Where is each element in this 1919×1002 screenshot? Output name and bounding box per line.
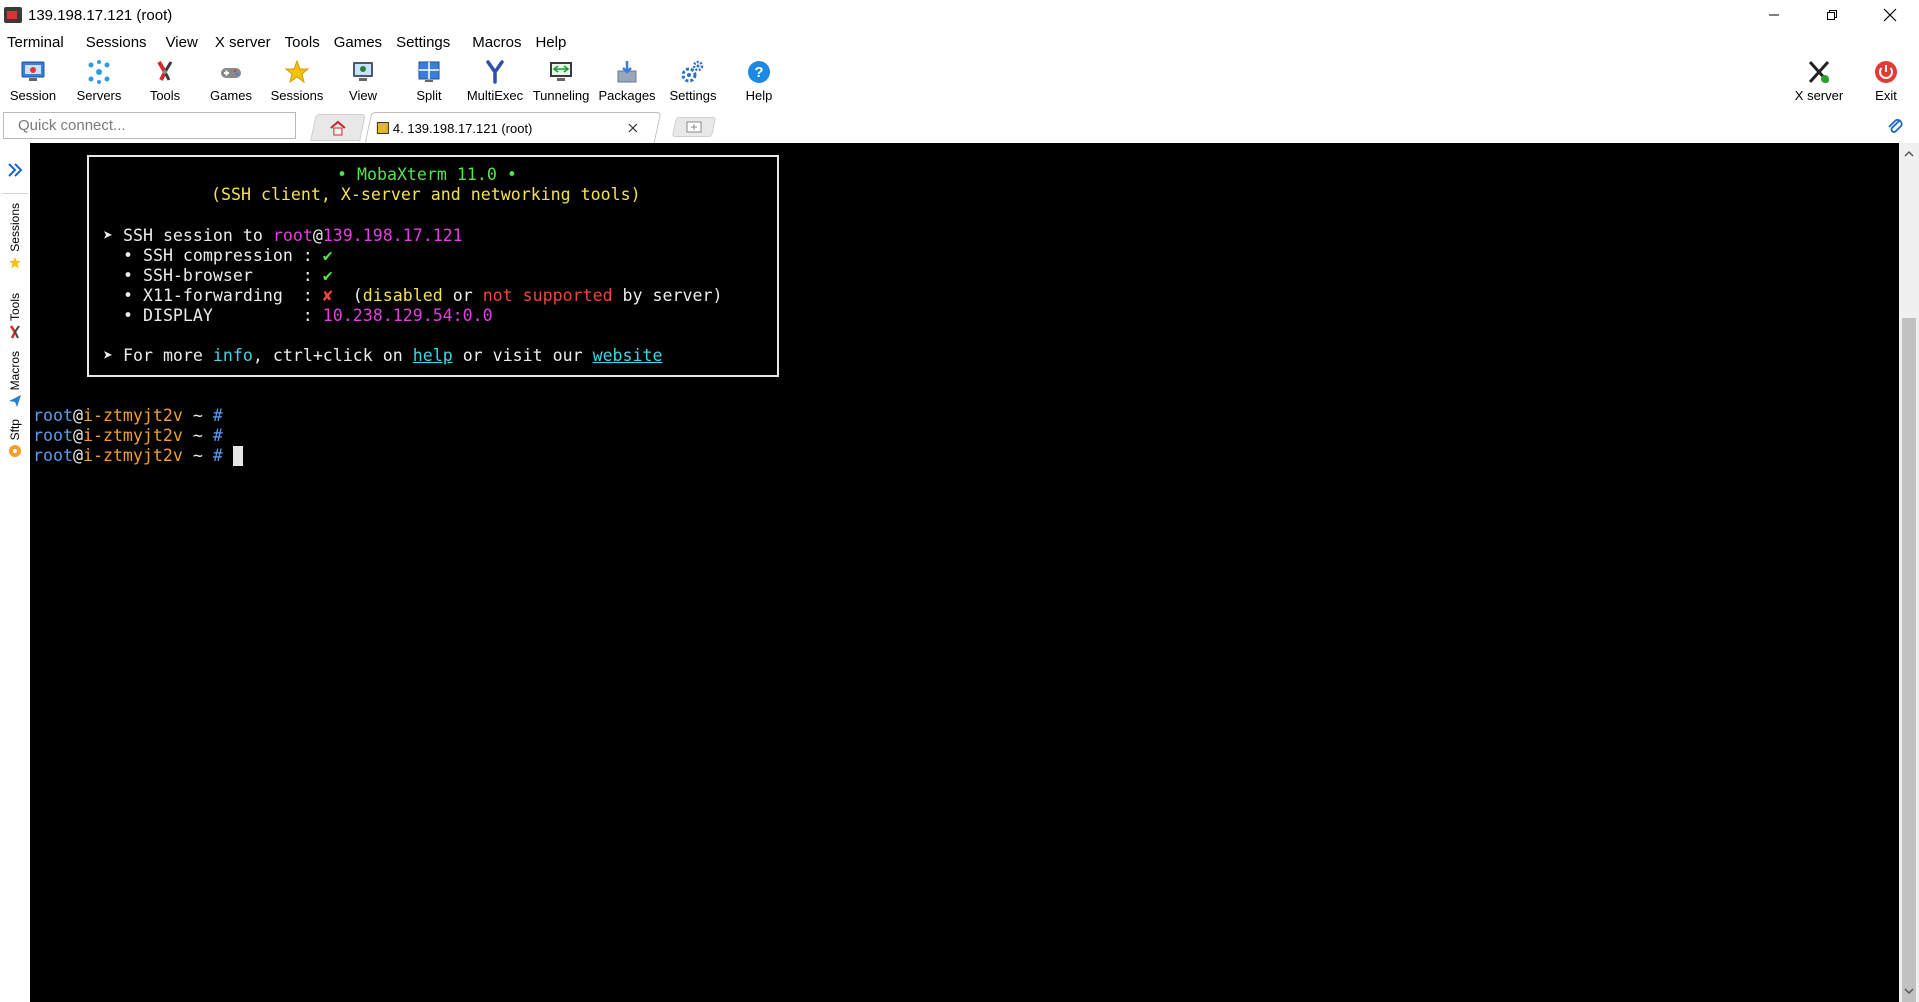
banner-ssh-browser-line: • SSH-browser : ✔ (103, 266, 333, 285)
toolbar-settings-button[interactable]: Settings (660, 57, 726, 105)
toolbar-session-button[interactable]: Session (0, 57, 66, 105)
session-tab-title: 4. 139.198.17.121 (root) (392, 120, 533, 136)
toolbar-tunneling-button[interactable]: Tunneling (528, 57, 594, 105)
menu-settings[interactable]: Settings (389, 30, 457, 54)
svg-text:?: ? (754, 64, 763, 81)
minimize-icon (1769, 14, 1779, 16)
power-icon (1872, 58, 1900, 86)
close-icon (1883, 8, 1897, 22)
toolbar-games-button[interactable]: Games (198, 57, 264, 105)
banner-info-line: ➤ For more info, ctrl+click on help or v… (103, 346, 663, 365)
mobaxterm-app-icon (4, 7, 22, 23)
home-icon (330, 120, 346, 135)
menu-view[interactable]: View (159, 30, 205, 54)
multiexec-icon (481, 58, 509, 86)
terminal-area[interactable]: • MobaXterm 11.0 • (SSH client, X-server… (30, 143, 1899, 1002)
games-icon (217, 58, 245, 86)
restore-icon (1827, 10, 1837, 20)
help-icon: ? (745, 58, 773, 86)
close-tab-button[interactable] (623, 118, 643, 138)
terminal-scrollbar[interactable] (1899, 143, 1919, 1002)
side-tab-tools[interactable]: Tools (0, 293, 30, 339)
scroll-up-arrow-icon[interactable] (1904, 149, 1914, 159)
quick-connect-input[interactable] (3, 112, 296, 139)
prompt-line: root@i-ztmyjt2v ~ # (33, 406, 223, 425)
minimize-button[interactable] (1745, 0, 1803, 30)
menu-terminal[interactable]: Terminal (0, 30, 71, 54)
toolbar-split-button[interactable]: Split (396, 57, 462, 105)
paperclip-icon[interactable] (1885, 116, 1905, 136)
tools-icon (151, 58, 179, 86)
toolbar: Session Servers Tools Games Sessions Vie… (0, 55, 1919, 107)
window-controls (1745, 0, 1919, 30)
toolbar-x-server-button[interactable]: X server (1786, 57, 1852, 105)
scrollbar-thumb[interactable] (1902, 318, 1916, 1002)
x-server-icon (1805, 58, 1833, 86)
close-window-button[interactable] (1861, 0, 1919, 30)
toolbar-exit-button[interactable]: Exit (1853, 57, 1919, 105)
settings-icon (679, 58, 707, 86)
toolbar-view-button[interactable]: View (330, 57, 396, 105)
prompt-line-active: root@i-ztmyjt2v ~ # (33, 446, 243, 466)
expand-sidebar-button[interactable] (6, 161, 24, 179)
toolbar-multiexec-button[interactable]: MultiExec (462, 57, 528, 105)
toolbar-tools-button[interactable]: Tools (132, 57, 198, 105)
restore-button[interactable] (1803, 0, 1861, 30)
scroll-down-arrow-icon[interactable] (1904, 986, 1914, 996)
menu-bar: Terminal Sessions View X server Tools Ga… (0, 30, 573, 54)
session-icon (19, 58, 47, 86)
banner-title: • MobaXterm 11.0 • (337, 165, 517, 184)
terminal-cursor (232, 446, 243, 466)
tab-row: 4. 139.198.17.121 (root) (0, 109, 1919, 143)
menu-games[interactable]: Games (327, 30, 389, 54)
banner-ssh-session-line: ➤ SSH session to root@139.198.17.121 (103, 226, 463, 245)
toolbar-packages-button[interactable]: Packages (594, 57, 660, 105)
view-icon (349, 58, 377, 86)
title-bar: 139.198.17.121 (root) (0, 0, 1919, 30)
tunneling-icon (547, 58, 575, 86)
home-tab[interactable] (310, 114, 366, 141)
sftp-globe-icon (9, 445, 21, 458)
new-tab-button[interactable] (671, 117, 717, 137)
side-tab-macros[interactable]: Macros (0, 351, 30, 408)
toolbar-help-button[interactable]: ? Help (726, 57, 792, 105)
toolbar-sessions-button[interactable]: Sessions (264, 57, 330, 105)
star-icon (9, 256, 21, 269)
banner-subtitle: (SSH client, X-server and networking too… (211, 185, 641, 204)
servers-icon (85, 58, 113, 86)
menu-help[interactable]: Help (528, 30, 573, 54)
banner-x11-line: • X11-forwarding : ✘ (disabled or not su… (103, 286, 723, 305)
double-chevron-right-icon (8, 163, 23, 177)
side-tab-sessions[interactable]: Sessions (0, 203, 30, 270)
star-icon (283, 58, 311, 86)
banner-display-line: • DISPLAY : 10.238.129.54:0.0 (103, 306, 493, 325)
split-icon (415, 58, 443, 86)
prompt-line: root@i-ztmyjt2v ~ # (33, 426, 223, 445)
window-title: 139.198.17.121 (root) (28, 6, 173, 24)
menu-tools[interactable]: Tools (278, 30, 327, 54)
menu-macros[interactable]: Macros (465, 30, 528, 54)
terminal-tab-icon (376, 122, 389, 134)
packages-icon (613, 58, 641, 86)
website-link[interactable]: website (593, 346, 663, 365)
toolbar-servers-button[interactable]: Servers (66, 57, 132, 105)
tools-icon (9, 325, 20, 339)
menu-sessions[interactable]: Sessions (79, 30, 154, 54)
side-tab-sftp[interactable]: Sftp (0, 419, 30, 458)
banner-compression-line: • SSH compression : ✔ (103, 246, 333, 265)
paper-plane-icon (9, 395, 21, 408)
new-tab-icon (686, 121, 702, 133)
side-panel-bar: Sessions Tools Macros Sftp (0, 143, 30, 1002)
menu-x-server[interactable]: X server (208, 30, 278, 54)
session-tab-active[interactable]: 4. 139.198.17.121 (root) (364, 112, 662, 143)
help-link[interactable]: help (413, 346, 453, 365)
close-tab-icon (628, 123, 638, 133)
